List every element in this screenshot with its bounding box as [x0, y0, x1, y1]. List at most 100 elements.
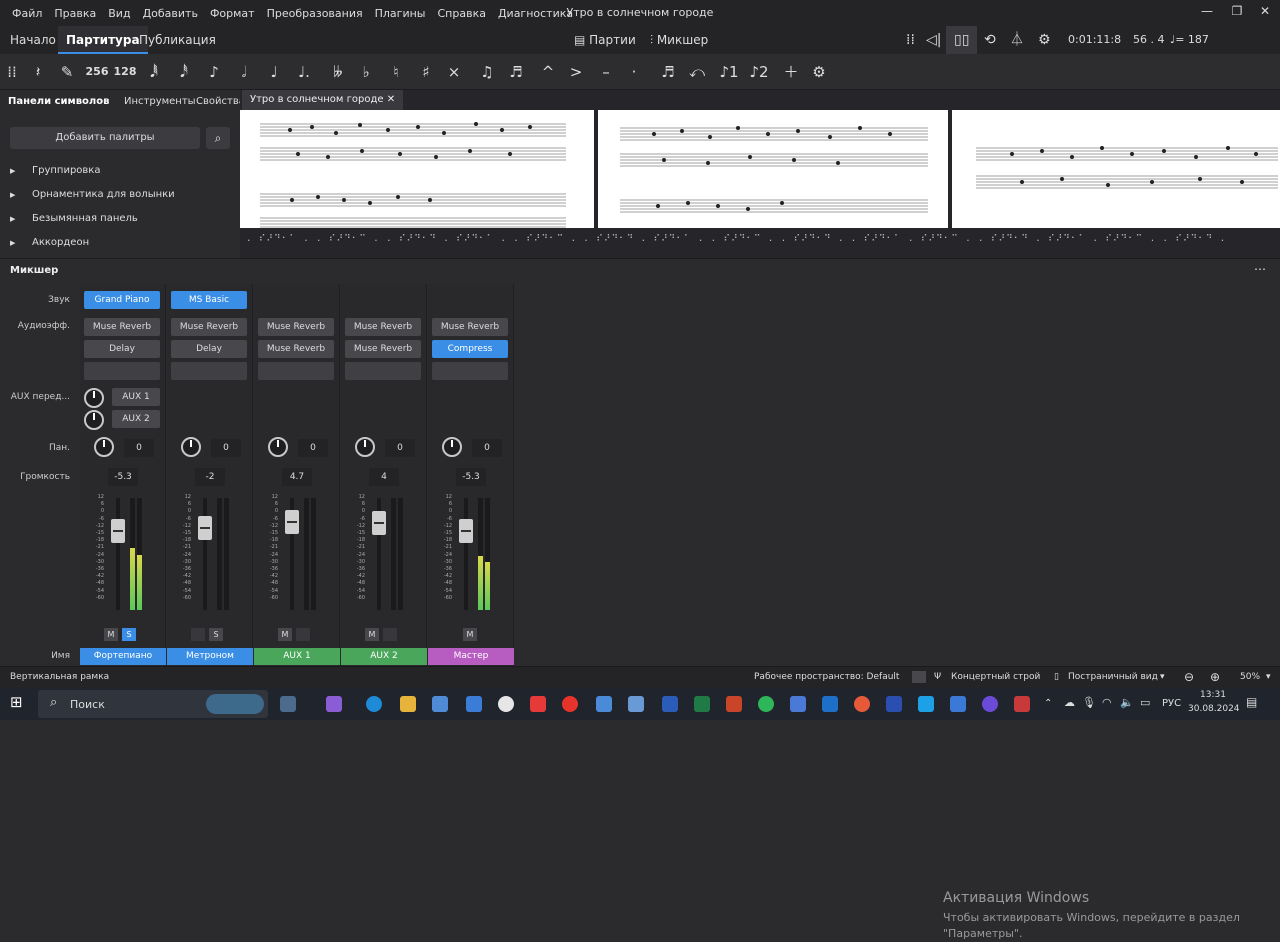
battery-icon[interactable]: ▭	[1140, 696, 1156, 712]
aux-2-button[interactable]: AUX 2	[112, 410, 160, 428]
palette-item[interactable]: ▶ Безымянная панель	[10, 209, 138, 229]
volume-fader-knob[interactable]	[198, 515, 212, 540]
channel-name[interactable]: AUX 2	[341, 648, 427, 665]
flat-icon[interactable]: ♭	[356, 54, 376, 90]
menu-file[interactable]: Файл	[6, 7, 48, 20]
menu-plugins[interactable]: Плагины	[369, 7, 432, 20]
zoom-in-icon[interactable]: ⊕	[1210, 670, 1220, 684]
menu-transform[interactable]: Преобразования	[261, 7, 369, 20]
score-view[interactable]: Утро в солнечном городе ✕ . ⠎⠜⠙⠂⠁ . . ⠎⠜…	[240, 90, 1280, 258]
pan-knob[interactable]	[268, 437, 288, 457]
menu-view[interactable]: Вид	[102, 7, 136, 20]
app-icon[interactable]	[950, 696, 966, 712]
effect-slot-1[interactable]: Muse Reverb	[345, 318, 421, 336]
powerpoint-icon[interactable]	[726, 696, 742, 712]
taskbar-search[interactable]: ⌕ Поиск	[38, 690, 268, 718]
channel-name[interactable]: Фортепиано	[80, 648, 166, 665]
close-tab-icon[interactable]: ✕	[387, 94, 395, 105]
effect-slot-1[interactable]: Muse Reverb	[171, 318, 247, 336]
voice-1-icon[interactable]: ♪1	[718, 54, 740, 90]
volume-fader-knob[interactable]	[111, 518, 125, 543]
volume-fader-track[interactable]	[116, 498, 120, 610]
copilot-icon[interactable]	[326, 696, 342, 712]
minimize-icon[interactable]: —	[1192, 4, 1222, 18]
chevron-down-icon[interactable]: ▾	[1266, 672, 1271, 682]
notifications-icon[interactable]: ▤	[1246, 695, 1262, 711]
concert-pitch-toggle[interactable]	[912, 671, 926, 683]
volume-fader-knob[interactable]	[372, 510, 386, 535]
double-flat-icon[interactable]: 𝄫	[328, 54, 348, 90]
pan-knob[interactable]	[94, 437, 114, 457]
palette-item[interactable]: ▶ Орнаментика для волынки	[10, 185, 175, 205]
metronome-icon[interactable]: ⏃	[1002, 26, 1032, 54]
excel-icon[interactable]	[694, 696, 710, 712]
playback-settings-icon[interactable]: ⚙	[1030, 26, 1059, 54]
task-view-icon[interactable]	[280, 696, 296, 712]
mail-icon[interactable]	[466, 696, 482, 712]
channel-name[interactable]: Мастер	[428, 648, 514, 665]
quarter-note-icon[interactable]: ♩	[264, 54, 284, 90]
mute-button[interactable]: M	[104, 628, 118, 641]
volume-fader-knob[interactable]	[285, 510, 299, 535]
effect-slot-empty[interactable]	[345, 362, 421, 380]
mixer-button[interactable]: ⫶ Микшер	[642, 26, 716, 54]
windows-start-icon[interactable]: ⊞	[10, 693, 26, 711]
menu-help[interactable]: Справка	[431, 7, 491, 20]
double-sharp-icon[interactable]: ×	[444, 54, 464, 90]
pause-icon[interactable]: ▯▯	[946, 26, 978, 54]
natural-icon[interactable]: ♮	[386, 54, 406, 90]
skype-icon[interactable]	[918, 696, 934, 712]
slur-icon[interactable]: ♬	[504, 54, 528, 90]
add-icon[interactable]: ＋	[780, 54, 802, 90]
add-palettes-button[interactable]: Добавить палитры	[10, 127, 200, 149]
effect-slot-2[interactable]: Muse Reverb	[345, 340, 421, 358]
pan-value[interactable]: 0	[385, 439, 415, 457]
parts-button[interactable]: ▤ Партии	[566, 26, 644, 54]
pan-value[interactable]: 0	[124, 439, 154, 457]
mute-button[interactable]: M	[365, 628, 379, 641]
volume-value[interactable]: -5.3	[456, 468, 486, 486]
effect-slot-1[interactable]: Muse Reverb	[432, 318, 508, 336]
zoom-out-icon[interactable]: ⊖	[1184, 670, 1194, 684]
solo-button[interactable]: S	[122, 628, 136, 641]
half-note-icon[interactable]: 𝅗𝅥	[234, 54, 254, 90]
tuplet-icon[interactable]: ♬	[656, 54, 680, 90]
yandex-browser-icon[interactable]	[498, 696, 514, 712]
solo-button[interactable]: S	[209, 628, 223, 641]
aux-send-knob[interactable]	[84, 388, 104, 408]
score-tab[interactable]: Утро в солнечном городе ✕	[242, 90, 404, 110]
mixer-menu-icon[interactable]: ⋯	[1254, 262, 1266, 276]
pan-value[interactable]: 0	[472, 439, 502, 457]
onedrive-icon[interactable]: ☁	[1064, 696, 1080, 712]
effect-slot-empty[interactable]	[432, 362, 508, 380]
volume-value[interactable]: -2	[195, 468, 225, 486]
menu-add[interactable]: Добавить	[137, 7, 204, 20]
effect-slot-2[interactable]: Compress	[432, 340, 508, 358]
solo-button[interactable]	[383, 628, 397, 641]
thirtysecond-note-icon[interactable]: 𝅘𝅥𝅰	[174, 54, 194, 90]
chrome-icon[interactable]	[854, 696, 870, 712]
zoom-level[interactable]: 50%	[1240, 672, 1260, 682]
staccato-icon[interactable]: ·	[624, 54, 644, 90]
edge-icon[interactable]	[366, 696, 382, 712]
palettes-menu-icon[interactable]: ⋯	[92, 91, 110, 113]
taskbar-date[interactable]: 30.08.2024	[1188, 704, 1240, 714]
aux-send-knob[interactable]	[84, 410, 104, 430]
volume-value[interactable]: 4.7	[282, 468, 312, 486]
effect-slot-2[interactable]: Delay	[171, 340, 247, 358]
menu-format[interactable]: Формат	[204, 7, 261, 20]
app-icon[interactable]	[790, 696, 806, 712]
duration-128-button[interactable]: 128	[112, 54, 138, 90]
effect-slot-empty[interactable]	[171, 362, 247, 380]
volume-value[interactable]: -5.3	[108, 468, 138, 486]
microphone-icon[interactable]: 🎙	[1082, 696, 1098, 712]
chevron-down-icon[interactable]: ▾	[1160, 672, 1165, 682]
store-icon[interactable]	[432, 696, 448, 712]
search-icon[interactable]: ⌕	[206, 127, 230, 149]
effect-slot-1[interactable]: Muse Reverb	[258, 318, 334, 336]
app-icon[interactable]	[596, 696, 612, 712]
pen-icon[interactable]: ✎	[56, 54, 78, 90]
mute-button[interactable]	[191, 628, 205, 641]
marcato-icon[interactable]: ^	[538, 54, 558, 90]
score-page[interactable]	[952, 110, 1280, 228]
